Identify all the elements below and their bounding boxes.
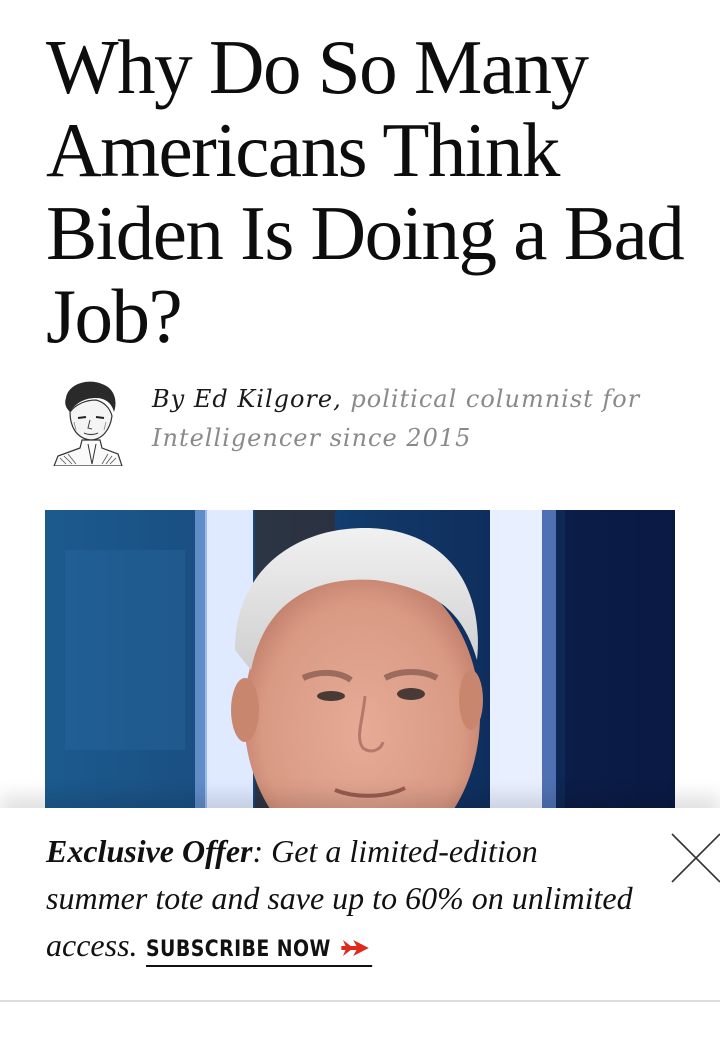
promo-text: Exclusive Offer: Get a limited-edition s… xyxy=(46,828,646,969)
author-name[interactable]: By Ed Kilgore, xyxy=(152,385,342,413)
offer-title: Exclusive Offer xyxy=(46,833,253,869)
article-headline: Why Do So Many Americans Think Biden Is … xyxy=(46,24,685,359)
subscribe-now-link[interactable]: SUBSCRIBE NOW xyxy=(145,935,372,967)
author-avatar[interactable] xyxy=(52,378,124,467)
divider xyxy=(0,1000,720,1002)
double-chevron-right-icon xyxy=(334,937,372,962)
byline: By Ed Kilgore, political columnist for I… xyxy=(52,378,692,470)
hero-image xyxy=(45,510,675,810)
close-icon[interactable] xyxy=(668,830,720,886)
byline-text: By Ed Kilgore, political columnist for I… xyxy=(152,380,672,458)
subscribe-now-label: SUBSCRIBE NOW xyxy=(145,937,331,962)
subscription-promo-banner: Exclusive Offer: Get a limited-edition s… xyxy=(0,808,720,1051)
